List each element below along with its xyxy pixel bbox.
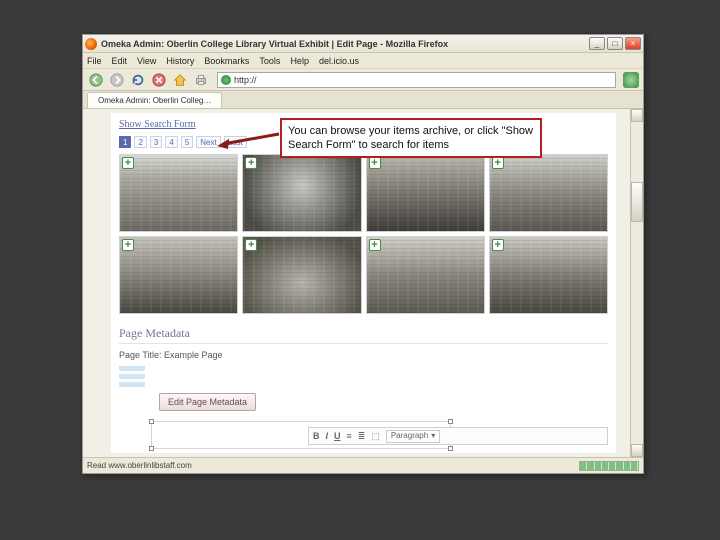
item-image xyxy=(367,155,484,231)
forward-button[interactable] xyxy=(108,71,126,89)
firefox-icon xyxy=(85,38,97,50)
add-icon[interactable]: + xyxy=(492,239,504,251)
item-image xyxy=(367,237,484,313)
item-image xyxy=(120,237,237,313)
pager-page-4[interactable]: 4 xyxy=(165,136,177,148)
menu-view[interactable]: View xyxy=(137,56,156,66)
menu-bookmarks[interactable]: Bookmarks xyxy=(204,56,249,66)
item-thumb-7[interactable]: + xyxy=(366,236,485,314)
meta-field-placeholder xyxy=(119,366,145,371)
url-bar[interactable]: http:// xyxy=(217,72,616,88)
resize-handle-icon[interactable] xyxy=(149,446,154,451)
add-icon[interactable]: + xyxy=(245,239,257,251)
page-metadata-heading: Page Metadata xyxy=(119,326,608,344)
vertical-scrollbar[interactable] xyxy=(630,109,643,457)
go-button[interactable] xyxy=(623,72,639,88)
resize-handle-icon[interactable] xyxy=(448,446,453,451)
editor-bold-button[interactable]: B xyxy=(313,431,320,441)
add-icon[interactable]: + xyxy=(369,157,381,169)
maximize-button[interactable]: □ xyxy=(607,37,623,50)
scroll-down-button[interactable] xyxy=(631,444,643,457)
item-thumb-6[interactable]: + xyxy=(242,236,361,314)
menu-edit[interactable]: Edit xyxy=(112,56,128,66)
callout-text: You can browse your items archive, or cl… xyxy=(288,125,533,151)
close-button[interactable]: × xyxy=(625,37,641,50)
pager-page-5[interactable]: 5 xyxy=(181,136,193,148)
editor-format-value: Paragraph xyxy=(391,430,428,442)
editor-align-icon[interactable]: ⬚ xyxy=(371,431,380,442)
page-body: Show Search Form 1 2 3 4 5 Next Last + + xyxy=(111,113,616,453)
scroll-up-button[interactable] xyxy=(631,109,643,122)
url-text: http:// xyxy=(234,75,257,85)
instruction-callout: You can browse your items archive, or cl… xyxy=(280,118,542,158)
window-title: Omeka Admin: Oberlin College Library Vir… xyxy=(101,39,589,49)
editor-underline-button[interactable]: U xyxy=(334,431,341,441)
resize-handle-icon[interactable] xyxy=(448,419,453,424)
editor-list2-icon[interactable]: ≣ xyxy=(358,431,366,442)
pager-page-3[interactable]: 3 xyxy=(150,136,162,148)
status-text: Read www.oberlinlibstaff.com xyxy=(87,461,192,470)
statusbar: Read www.oberlinlibstaff.com xyxy=(83,457,643,473)
menu-help[interactable]: Help xyxy=(290,56,309,66)
tabstrip: Omeka Admin: Oberlin Colleg… xyxy=(83,91,643,109)
resize-handle-icon[interactable] xyxy=(149,419,154,424)
add-icon[interactable]: + xyxy=(369,239,381,251)
page-title-label: Page Title: Example Page xyxy=(119,350,608,360)
add-icon[interactable]: + xyxy=(122,239,134,251)
edit-page-metadata-button[interactable]: Edit Page Metadata xyxy=(159,393,256,411)
item-thumb-3[interactable]: + xyxy=(366,154,485,232)
item-image xyxy=(490,237,607,313)
progress-indicator xyxy=(579,461,639,471)
scroll-track[interactable] xyxy=(631,122,643,444)
content-area: Show Search Form 1 2 3 4 5 Next Last + + xyxy=(83,109,643,457)
tab-omeka-admin[interactable]: Omeka Admin: Oberlin Colleg… xyxy=(87,92,222,108)
meta-field-placeholder xyxy=(119,374,145,379)
item-image xyxy=(243,155,360,231)
menu-history[interactable]: History xyxy=(166,56,194,66)
titlebar: Omeka Admin: Oberlin College Library Vir… xyxy=(83,35,643,53)
menu-file[interactable]: File xyxy=(87,56,102,66)
item-thumb-5[interactable]: + xyxy=(119,236,238,314)
item-thumb-1[interactable]: + xyxy=(119,154,238,232)
add-icon[interactable]: + xyxy=(122,157,134,169)
item-image xyxy=(490,155,607,231)
items-grid: + + + + + xyxy=(119,154,608,314)
minimize-button[interactable]: _ xyxy=(589,37,605,50)
editor-list-icon[interactable]: ≡ xyxy=(347,431,352,441)
print-button[interactable] xyxy=(192,71,210,89)
item-image xyxy=(120,155,237,231)
item-thumb-4[interactable]: + xyxy=(489,154,608,232)
back-button[interactable] xyxy=(87,71,105,89)
globe-icon xyxy=(221,75,231,85)
editor-toolbar: B I U ≡ ≣ ⬚ Paragraph ▾ xyxy=(308,427,608,445)
add-icon[interactable]: + xyxy=(245,157,257,169)
nav-toolbar: http:// xyxy=(83,69,643,91)
chevron-down-icon: ▾ xyxy=(431,430,435,442)
browser-window: Omeka Admin: Oberlin College Library Vir… xyxy=(82,34,644,474)
menubar: File Edit View History Bookmarks Tools H… xyxy=(83,53,643,69)
editor-italic-button[interactable]: I xyxy=(326,431,329,441)
stop-button[interactable] xyxy=(150,71,168,89)
callout-arrow-icon xyxy=(215,130,281,152)
item-image xyxy=(243,237,360,313)
metadata-fields xyxy=(119,366,608,387)
menu-tools[interactable]: Tools xyxy=(259,56,280,66)
add-icon[interactable]: + xyxy=(492,157,504,169)
pager-page-1[interactable]: 1 xyxy=(119,136,131,148)
show-search-form-link[interactable]: Show Search Form xyxy=(119,119,196,130)
tab-label: Omeka Admin: Oberlin Colleg… xyxy=(98,96,211,105)
editor-format-select[interactable]: Paragraph ▾ xyxy=(386,430,440,443)
item-thumb-8[interactable]: + xyxy=(489,236,608,314)
home-button[interactable] xyxy=(171,71,189,89)
reload-button[interactable] xyxy=(129,71,147,89)
meta-field-placeholder xyxy=(119,382,145,387)
pager-page-2[interactable]: 2 xyxy=(134,136,146,148)
menu-delicious[interactable]: del.icio.us xyxy=(319,56,359,66)
scroll-thumb[interactable] xyxy=(631,182,643,222)
item-thumb-2[interactable]: + xyxy=(242,154,361,232)
